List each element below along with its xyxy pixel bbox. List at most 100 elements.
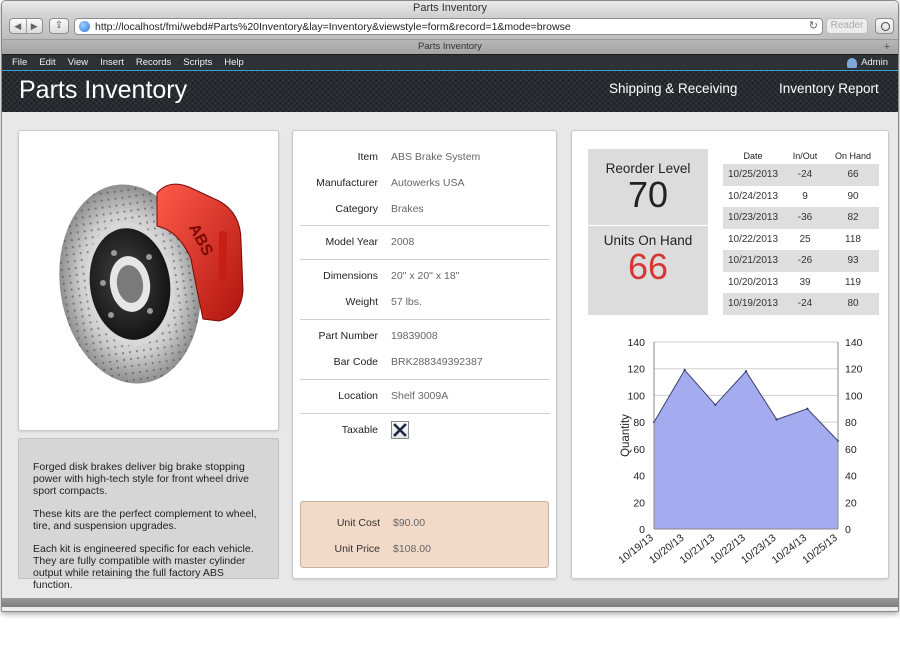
series-area xyxy=(654,370,838,529)
menu-scripts[interactable]: Scripts xyxy=(183,55,212,71)
data-point xyxy=(714,403,717,406)
unit-cost-label: Unit Cost xyxy=(336,517,380,529)
field-label: Manufacturer xyxy=(316,177,378,189)
menu-help[interactable]: Help xyxy=(224,55,244,71)
cell-date: 10/19/2013 xyxy=(727,298,779,309)
cell-in-out: 9 xyxy=(802,190,808,202)
status-bar xyxy=(2,598,898,607)
user-icon xyxy=(847,58,858,68)
reader-button[interactable]: Reader xyxy=(826,18,868,34)
cell-on-hand: 82 xyxy=(847,212,859,223)
cell-date: 10/23/2013 xyxy=(727,212,779,223)
menu-records[interactable]: Records xyxy=(136,55,171,71)
part-number-field[interactable]: 19839008 xyxy=(391,328,438,344)
unit-price-field[interactable]: $108.00 xyxy=(393,542,431,556)
units-on-hand-card: Units On Hand 66 xyxy=(588,226,708,315)
menu-bar: File Edit View Insert Records Scripts He… xyxy=(2,54,898,70)
description-paragraph: Each kit is engineered specific for each… xyxy=(33,543,254,591)
y-tick-label-right: 80 xyxy=(845,417,857,429)
bar-code-field[interactable]: BRK288349392387 xyxy=(391,354,483,370)
y-tick-label-left: 20 xyxy=(633,497,645,509)
cell-date: 10/24/2013 xyxy=(727,190,779,202)
field-dimensions: Dimensions 20" x 20" x 18" xyxy=(293,268,558,284)
x-tick-label: 10/25/13 xyxy=(800,532,840,567)
table-row[interactable]: 10/21/2013 -26 93 xyxy=(723,250,879,272)
field-model-year: Model Year 2008 xyxy=(293,234,558,250)
field-manufacturer: Manufacturer Autowerks USA xyxy=(293,175,558,191)
tab-title[interactable]: Parts Inventory xyxy=(418,41,482,52)
field-label: Item xyxy=(357,151,378,163)
menu-file[interactable]: File xyxy=(12,55,27,71)
unit-price-label: Unit Price xyxy=(334,543,380,555)
product-description[interactable]: Forged disk brakes deliver big brake sto… xyxy=(18,438,279,591)
menu-view[interactable]: View xyxy=(68,55,88,71)
description-paragraph: These kits are the perfect complement to… xyxy=(33,508,257,532)
field-location: Location Shelf 3009A xyxy=(293,388,558,404)
field-label: Category xyxy=(335,203,378,215)
field-bar-code: Bar Code BRK288349392387 xyxy=(293,354,558,370)
cell-date: 10/20/2013 xyxy=(727,276,779,288)
table-header: Date In/Out On Hand xyxy=(723,149,879,164)
cell-in-out: 25 xyxy=(799,233,811,245)
unit-cost-row: Unit Cost $90.00 xyxy=(301,516,550,530)
y-tick-label-left: 120 xyxy=(627,364,645,376)
forward-icon[interactable]: ▶ xyxy=(27,19,43,33)
menu-insert[interactable]: Insert xyxy=(100,55,124,71)
data-point xyxy=(806,407,809,410)
new-tab-icon[interactable]: + xyxy=(884,40,890,54)
layout-body: ABS Forged disk brakes deliver big brake… xyxy=(2,113,898,607)
data-point xyxy=(744,370,748,373)
taxable-checkbox[interactable] xyxy=(391,421,409,439)
reorder-level-card: Reorder Level 70 xyxy=(588,149,708,225)
field-label: Part Number xyxy=(318,330,378,342)
address-bar[interactable]: http://localhost/fmi/webd#Parts%20Invent… xyxy=(74,18,823,35)
account-menu[interactable]: Admin xyxy=(847,55,888,71)
table-row[interactable]: 10/19/2013 -24 80 xyxy=(723,293,879,315)
y-tick-label-right: 140 xyxy=(845,337,863,349)
table-row[interactable]: 10/25/2013 -24 66 xyxy=(723,164,879,186)
units-on-hand-value: 66 xyxy=(627,246,669,287)
nav-shipping-receiving[interactable]: Shipping & Receiving xyxy=(609,81,737,96)
cell-in-out: -24 xyxy=(797,169,813,180)
cell-on-hand: 80 xyxy=(847,298,859,309)
nav-inventory-report[interactable]: Inventory Report xyxy=(779,81,879,96)
pricing-box: Unit Cost $90.00 Unit Price $108.00 xyxy=(300,501,549,568)
globe-icon xyxy=(79,21,90,32)
table-row[interactable]: 10/23/2013 -36 82 xyxy=(723,207,879,229)
table-row[interactable]: 10/24/2013 9 90 xyxy=(723,186,879,208)
downloads-icon[interactable] xyxy=(875,18,894,34)
cell-in-out: -36 xyxy=(797,212,813,223)
cell-date: 10/21/2013 xyxy=(727,255,779,266)
share-icon[interactable]: ⇪ xyxy=(49,18,69,34)
y-tick-label-right: 100 xyxy=(845,390,863,402)
back-forward-buttons: ◀ ▶ xyxy=(9,18,43,34)
reload-icon[interactable]: ↻ xyxy=(809,19,818,34)
url-text[interactable]: http://localhost/fmi/webd#Parts%20Invent… xyxy=(95,20,571,34)
dimensions-field[interactable]: 20" x 20" x 18" xyxy=(391,268,459,284)
table-row[interactable]: 10/20/2013 39 119 xyxy=(723,272,879,294)
field-taxable: Taxable xyxy=(293,422,558,438)
back-icon[interactable]: ◀ xyxy=(10,19,27,33)
field-label: Dimensions xyxy=(323,270,378,282)
unit-cost-field[interactable]: $90.00 xyxy=(393,516,425,530)
quantity-area-chart: 0 020 2040 4060 6080 80100 100120 120140 14010/1… xyxy=(616,337,863,567)
column-header-on-hand: On Hand xyxy=(834,151,872,161)
category-field[interactable]: Brakes xyxy=(391,201,424,217)
model-year-field[interactable]: 2008 xyxy=(391,234,414,250)
cell-on-hand: 90 xyxy=(847,190,859,202)
tab-bar: Parts Inventory + xyxy=(2,39,898,54)
cell-on-hand: 93 xyxy=(847,255,859,266)
cell-in-out: 39 xyxy=(799,276,811,288)
location-field[interactable]: Shelf 3009A xyxy=(391,388,448,404)
menu-edit[interactable]: Edit xyxy=(39,55,55,71)
brake-disc-image[interactable]: ABS xyxy=(19,131,278,430)
table-row[interactable]: 10/22/2013 25 118 xyxy=(723,229,879,251)
item-field[interactable]: ABS Brake System xyxy=(391,149,480,165)
field-part-number: Part Number 19839008 xyxy=(293,328,558,344)
cell-date: 10/22/2013 xyxy=(727,233,779,245)
cell-on-hand: 119 xyxy=(845,276,861,288)
manufacturer-field[interactable]: Autowerks USA xyxy=(391,175,465,191)
divider xyxy=(300,413,550,414)
y-tick-label-right: 20 xyxy=(845,497,857,509)
weight-field[interactable]: 57 lbs. xyxy=(391,294,422,310)
